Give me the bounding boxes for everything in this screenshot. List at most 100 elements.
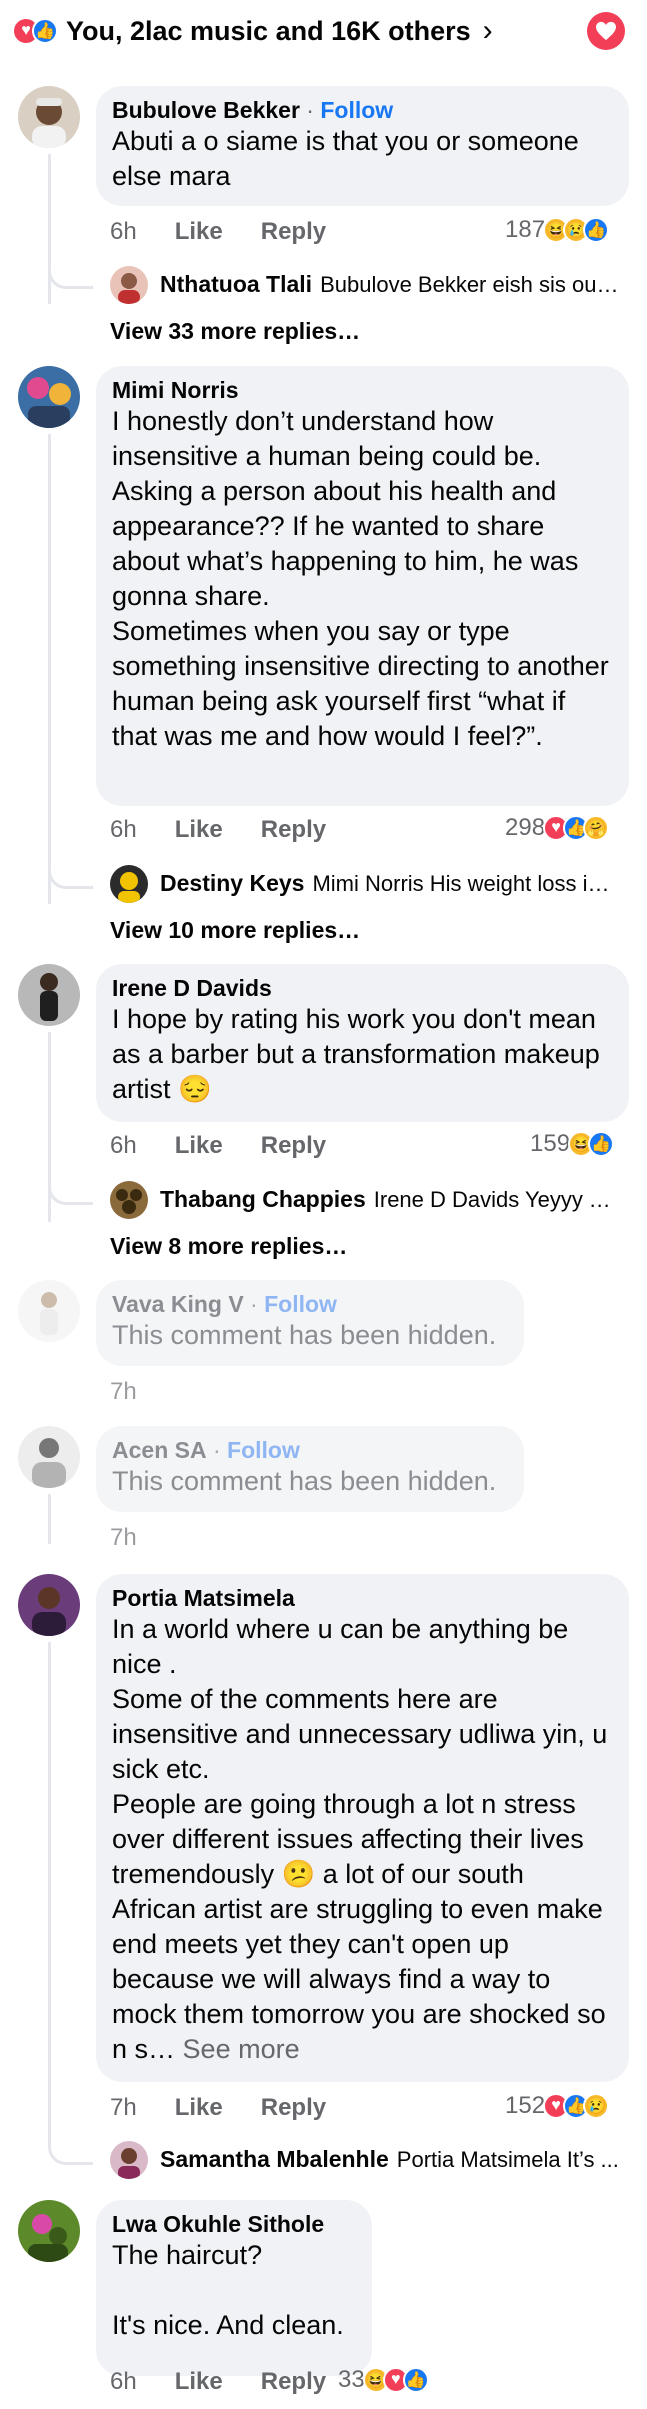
reply-avatar[interactable] bbox=[110, 2141, 148, 2179]
commenter-name[interactable]: Vava King V bbox=[112, 1291, 244, 1317]
hidden-comment-notice: This comment has been hidden. bbox=[112, 1466, 497, 1496]
like-button[interactable]: Like bbox=[175, 1132, 223, 1159]
reply-connector bbox=[48, 250, 93, 289]
like-icon: 👍 bbox=[402, 2367, 429, 2393]
reaction-count[interactable]: 33 😆 ♥ 👍 bbox=[338, 2366, 429, 2394]
reply-button[interactable]: Reply bbox=[261, 2094, 326, 2121]
follow-button[interactable]: Follow bbox=[227, 1437, 300, 1463]
comment-time: 6h bbox=[110, 816, 137, 843]
comment-bubble[interactable]: Vava King V · Follow This comment has be… bbox=[96, 1280, 524, 1366]
comment-text: I hope by rating his work you don't mean… bbox=[112, 1004, 600, 1104]
follow-button[interactable]: Follow bbox=[264, 1291, 337, 1317]
comment-time: 6h bbox=[110, 1132, 137, 1159]
reply-author[interactable]: Nthatuoa Tlali bbox=[160, 271, 312, 298]
sad-icon: 😢 bbox=[583, 2093, 610, 2119]
view-more-replies[interactable]: View 33 more replies… bbox=[110, 318, 360, 345]
comment-bubble[interactable]: Mimi Norris I honestly don’t understand … bbox=[96, 366, 629, 806]
reply-connector bbox=[48, 850, 93, 889]
follow-button[interactable]: Follow bbox=[320, 97, 393, 123]
thread-line bbox=[48, 1642, 51, 2142]
comment-bubble[interactable]: Portia Matsimela In a world where u can … bbox=[96, 1574, 629, 2082]
reaction-count[interactable]: 152 ♥ 👍 😢 bbox=[505, 2092, 610, 2120]
reply-author[interactable]: Destiny Keys bbox=[160, 870, 304, 897]
reply-preview[interactable]: Nthatuoa Tlali Bubulove Bekker eish sis … bbox=[160, 271, 620, 298]
comment-bubble[interactable]: Lwa Okuhle Sithole The haircut? It's nic… bbox=[96, 2200, 372, 2376]
view-more-replies[interactable]: View 8 more replies… bbox=[110, 1233, 347, 1260]
avatar[interactable] bbox=[18, 964, 80, 1026]
heart-icon bbox=[596, 21, 616, 41]
comment-actions: 6h Like Reply bbox=[110, 218, 364, 246]
comment-time: 6h bbox=[110, 218, 137, 245]
reply-button[interactable]: Reply bbox=[261, 2368, 326, 2395]
view-more-replies[interactable]: View 10 more replies… bbox=[110, 917, 360, 944]
like-button[interactable]: Like bbox=[175, 816, 223, 843]
love-react-button[interactable] bbox=[587, 12, 625, 50]
like-icon: 👍 bbox=[32, 18, 58, 44]
like-button[interactable]: Like bbox=[175, 2368, 223, 2395]
comment-time: 7h bbox=[110, 1524, 137, 1551]
chevron-right-icon: › bbox=[482, 14, 493, 47]
comment-bubble[interactable]: Acen SA · Follow This comment has been h… bbox=[96, 1426, 524, 1512]
commenter-name[interactable]: Lwa Okuhle Sithole bbox=[112, 2210, 356, 2238]
reply-connector bbox=[48, 2126, 93, 2165]
reply-text: Mimi Norris His weight loss is ... bbox=[312, 870, 620, 896]
care-icon: 🤗 bbox=[583, 815, 610, 841]
reply-avatar[interactable] bbox=[110, 266, 148, 304]
reaction-count[interactable]: 159 😆 👍 bbox=[530, 1130, 615, 1158]
commenter-name[interactable]: Mimi Norris bbox=[112, 376, 613, 404]
comment-actions: 7h Like Reply bbox=[110, 2094, 364, 2122]
reply-text: Portia Matsimela It’s ... bbox=[396, 2146, 619, 2172]
avatar[interactable] bbox=[18, 2200, 80, 2262]
comment-bubble[interactable]: Irene D Davids I hope by rating his work… bbox=[96, 964, 629, 1122]
reaction-count-number: 33 bbox=[338, 2366, 365, 2393]
comment-text: Abuti a o siame is that you or someone e… bbox=[112, 126, 579, 191]
comment-bubble[interactable]: Bubulove Bekker · Follow Abuti a o siame… bbox=[96, 86, 629, 206]
reply-preview[interactable]: Destiny Keys Mimi Norris His weight loss… bbox=[160, 870, 620, 897]
reaction-count[interactable]: 298 ♥ 👍 🤗 bbox=[505, 814, 610, 842]
reply-preview[interactable]: Thabang Chappies Irene D Davids Yeyyy Th… bbox=[160, 1186, 620, 1213]
comment-actions: 6h Like Reply bbox=[110, 1132, 364, 1160]
comment-time: 7h bbox=[110, 1378, 137, 1405]
reaction-count-number: 298 bbox=[505, 814, 546, 841]
reply-button[interactable]: Reply bbox=[261, 816, 326, 843]
comment-text: The haircut? It's nice. And clean. bbox=[112, 2240, 344, 2340]
avatar[interactable] bbox=[18, 1280, 80, 1342]
comment-actions: 6h Like Reply bbox=[110, 2368, 364, 2396]
hidden-comment-notice: This comment has been hidden. bbox=[112, 1320, 497, 1350]
thread-line bbox=[48, 434, 51, 904]
reaction-summary-text: You, 2lac music and 16K others bbox=[66, 15, 471, 46]
reply-button[interactable]: Reply bbox=[261, 1132, 326, 1159]
commenter-name[interactable]: Portia Matsimela bbox=[112, 1584, 613, 1612]
comment-text: In a world where u can be anything be ni… bbox=[112, 1614, 608, 2064]
commenter-name[interactable]: Irene D Davids bbox=[112, 974, 613, 1002]
like-button[interactable]: Like bbox=[175, 2094, 223, 2121]
reply-connector bbox=[48, 1166, 93, 1205]
like-button[interactable]: Like bbox=[175, 218, 223, 245]
reply-avatar[interactable] bbox=[110, 865, 148, 903]
like-icon: 👍 bbox=[583, 217, 610, 243]
see-more-link[interactable]: See more bbox=[183, 2034, 300, 2064]
comment-actions: 6h Like Reply bbox=[110, 816, 364, 844]
avatar[interactable] bbox=[18, 1574, 80, 1636]
reply-author[interactable]: Thabang Chappies bbox=[160, 1186, 366, 1213]
reaction-count-number: 159 bbox=[530, 1130, 571, 1157]
avatar[interactable] bbox=[18, 86, 80, 148]
commenter-name[interactable]: Bubulove Bekker bbox=[112, 97, 300, 123]
comment-time: 6h bbox=[110, 2368, 137, 2395]
reply-text: Irene D Davids Yeyyy Th... bbox=[373, 1186, 620, 1212]
reaction-count-number: 152 bbox=[505, 2092, 546, 2119]
reply-author[interactable]: Samantha Mbalenhle bbox=[160, 2146, 389, 2173]
reply-avatar[interactable] bbox=[110, 1181, 148, 1219]
reaction-count[interactable]: 187 😆 😢 👍 bbox=[505, 216, 610, 244]
commenter-name[interactable]: Acen SA bbox=[112, 1437, 207, 1463]
comment-text: I honestly don’t understand how insensit… bbox=[112, 406, 609, 751]
reaction-summary-bar[interactable]: ♥ 👍 You, 2lac music and 16K others › bbox=[14, 10, 493, 52]
reply-preview[interactable]: Samantha Mbalenhle Portia Matsimela It’s… bbox=[160, 2146, 620, 2173]
avatar[interactable] bbox=[18, 1426, 80, 1488]
reaction-count-number: 187 bbox=[505, 216, 546, 243]
like-icon: 👍 bbox=[588, 1131, 615, 1157]
thread-line bbox=[48, 1494, 51, 1544]
comment-time: 7h bbox=[110, 2094, 137, 2121]
avatar[interactable] bbox=[18, 366, 80, 428]
reply-button[interactable]: Reply bbox=[261, 218, 326, 245]
